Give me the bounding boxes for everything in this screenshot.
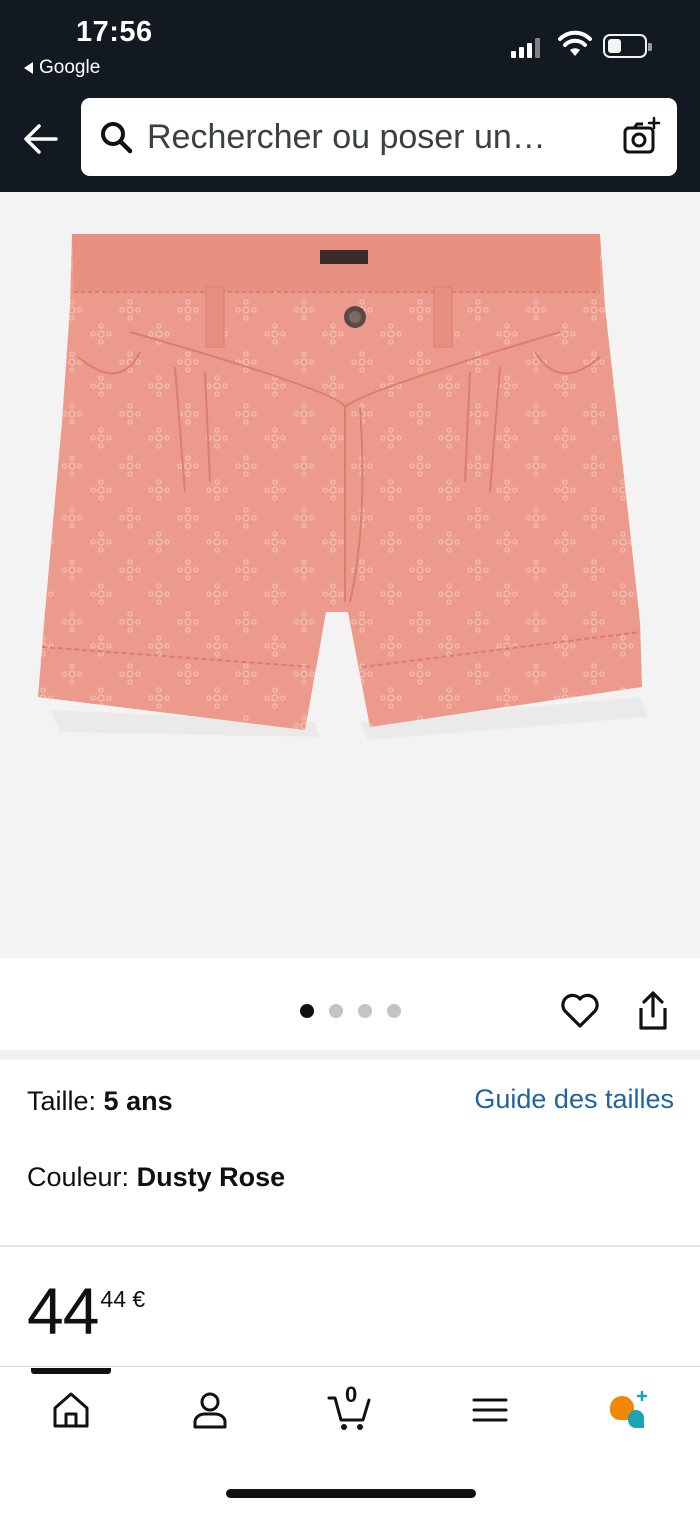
cart-button[interactable]: 0 [327,1382,371,1432]
back-app-label: Google [39,57,101,78]
battery-icon [603,34,652,58]
size-guide-link[interactable]: Guide des tailles [474,1084,674,1115]
search-icon [101,122,133,154]
carousel-dots[interactable] [300,1004,401,1018]
back-arrow-icon[interactable] [22,120,60,158]
price-divider [0,1245,700,1247]
rufus-icon[interactable] [606,1388,650,1432]
size-label: Taille: [27,1086,97,1116]
search-bar[interactable] [81,98,677,176]
product-image-area[interactable] [0,192,700,958]
cart-count: 0 [345,1382,358,1407]
section-divider [0,1050,700,1060]
color-value: Dusty Rose [136,1162,286,1192]
price-whole: 44 [27,1274,99,1348]
account-icon[interactable] [188,1388,232,1432]
menu-icon[interactable] [468,1388,512,1432]
back-to-app-link[interactable]: Google [24,57,100,79]
carousel-dot-2[interactable] [329,1004,343,1018]
back-triangle-icon [24,62,33,74]
home-icon[interactable] [49,1388,93,1432]
home-indicator[interactable] [226,1489,476,1498]
carousel-dot-4[interactable] [387,1004,401,1018]
carousel-dot-1[interactable] [300,1004,314,1018]
color-selection: Couleur: Dusty Rose [27,1162,285,1193]
carousel-dot-3[interactable] [358,1004,372,1018]
camera-search-icon[interactable] [621,116,661,156]
color-label: Couleur: [27,1162,130,1192]
heart-icon[interactable] [560,992,600,1030]
cellular-signal-icon [511,36,540,58]
price-fraction: 44 € [100,1286,146,1312]
share-icon[interactable] [634,990,672,1032]
search-input[interactable] [147,112,587,162]
size-value: 5 ans [103,1086,173,1116]
active-tab-indicator [31,1368,111,1374]
status-time: 17:56 [76,16,153,48]
product-price: 44 44 € [27,1276,145,1346]
size-selection: Taille: 5 ans [27,1086,173,1117]
wifi-icon [558,30,592,56]
product-shorts-image[interactable] [0,192,700,958]
